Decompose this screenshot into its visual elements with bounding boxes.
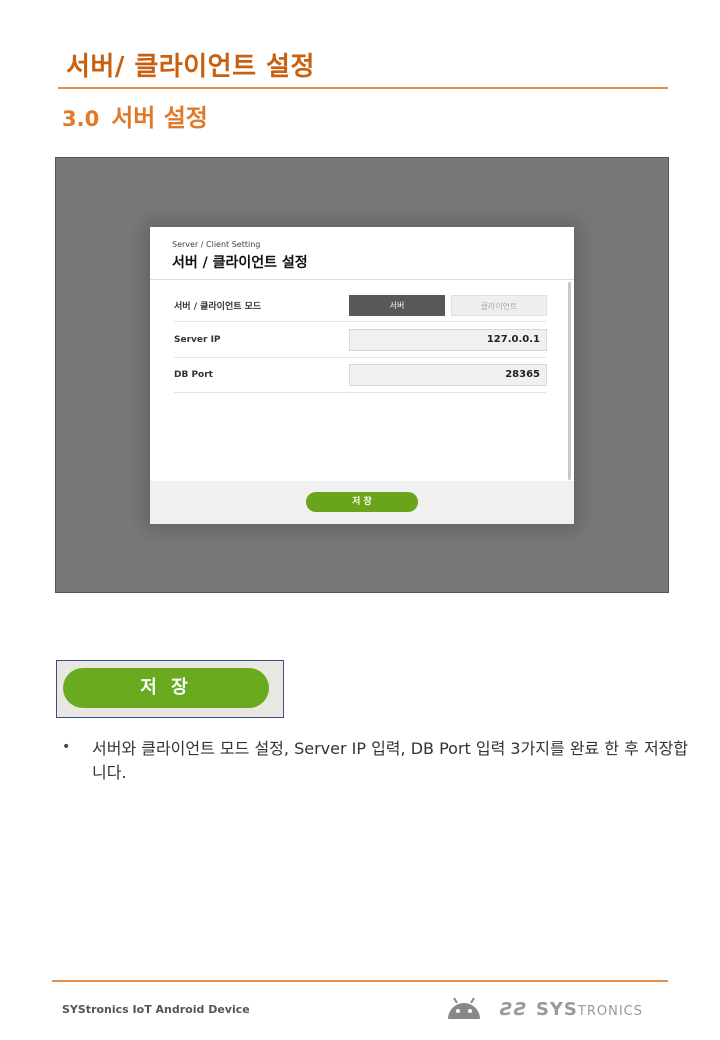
footer-text: SYStronics IoT Android Device bbox=[62, 1003, 250, 1016]
systronics-logo: ƧƧ SYSTRONICS bbox=[500, 999, 643, 1020]
title-divider bbox=[58, 87, 668, 89]
section-number: 3.0 bbox=[62, 107, 100, 131]
server-ip-input[interactable]: 127.0.0.1 bbox=[349, 329, 547, 351]
db-port-label: DB Port bbox=[174, 370, 213, 380]
page-title: 서버/ 클라이언트 설정 bbox=[66, 52, 315, 82]
dialog-scrollbar[interactable] bbox=[568, 282, 571, 480]
server-mode-button[interactable]: 서버 bbox=[349, 295, 445, 316]
db-port-row: DB Port 28365 bbox=[174, 358, 547, 393]
dialog-save-button[interactable]: 저 장 bbox=[306, 492, 418, 512]
footer-divider bbox=[52, 980, 668, 982]
logo-mark-icon: ƧƧ bbox=[500, 999, 528, 1020]
dialog-divider bbox=[150, 279, 574, 280]
dialog-title: 서버 / 클라이언트 설정 bbox=[172, 255, 308, 271]
server-ip-label: Server IP bbox=[174, 335, 221, 345]
android-icon bbox=[444, 995, 484, 1025]
section-heading: 3.0 서버 설정 bbox=[62, 98, 208, 133]
mode-row: 서버 / 클라이언트 모드 서버 클라이언트 bbox=[174, 287, 547, 322]
bullet-marker: • bbox=[62, 739, 71, 755]
screenshot-frame: Server / Client Setting 서버 / 클라이언트 설정 서버… bbox=[55, 157, 669, 593]
save-button[interactable]: 저 장 bbox=[63, 668, 269, 708]
dialog-footer: 저 장 bbox=[150, 481, 574, 524]
mode-label: 서버 / 클라이언트 모드 bbox=[174, 302, 262, 312]
description-text: 서버와 클라이언트 모드 설정, Server IP 입력, DB Port 입… bbox=[92, 739, 689, 782]
client-mode-button[interactable]: 클라이언트 bbox=[451, 295, 547, 316]
save-button-callout: 저 장 bbox=[56, 660, 284, 718]
server-ip-row: Server IP 127.0.0.1 bbox=[174, 323, 547, 358]
section-title: 서버 설정 bbox=[111, 104, 208, 132]
dialog-subtitle: Server / Client Setting bbox=[172, 240, 261, 249]
settings-dialog: Server / Client Setting 서버 / 클라이언트 설정 서버… bbox=[150, 227, 574, 524]
db-port-input[interactable]: 28365 bbox=[349, 364, 547, 386]
